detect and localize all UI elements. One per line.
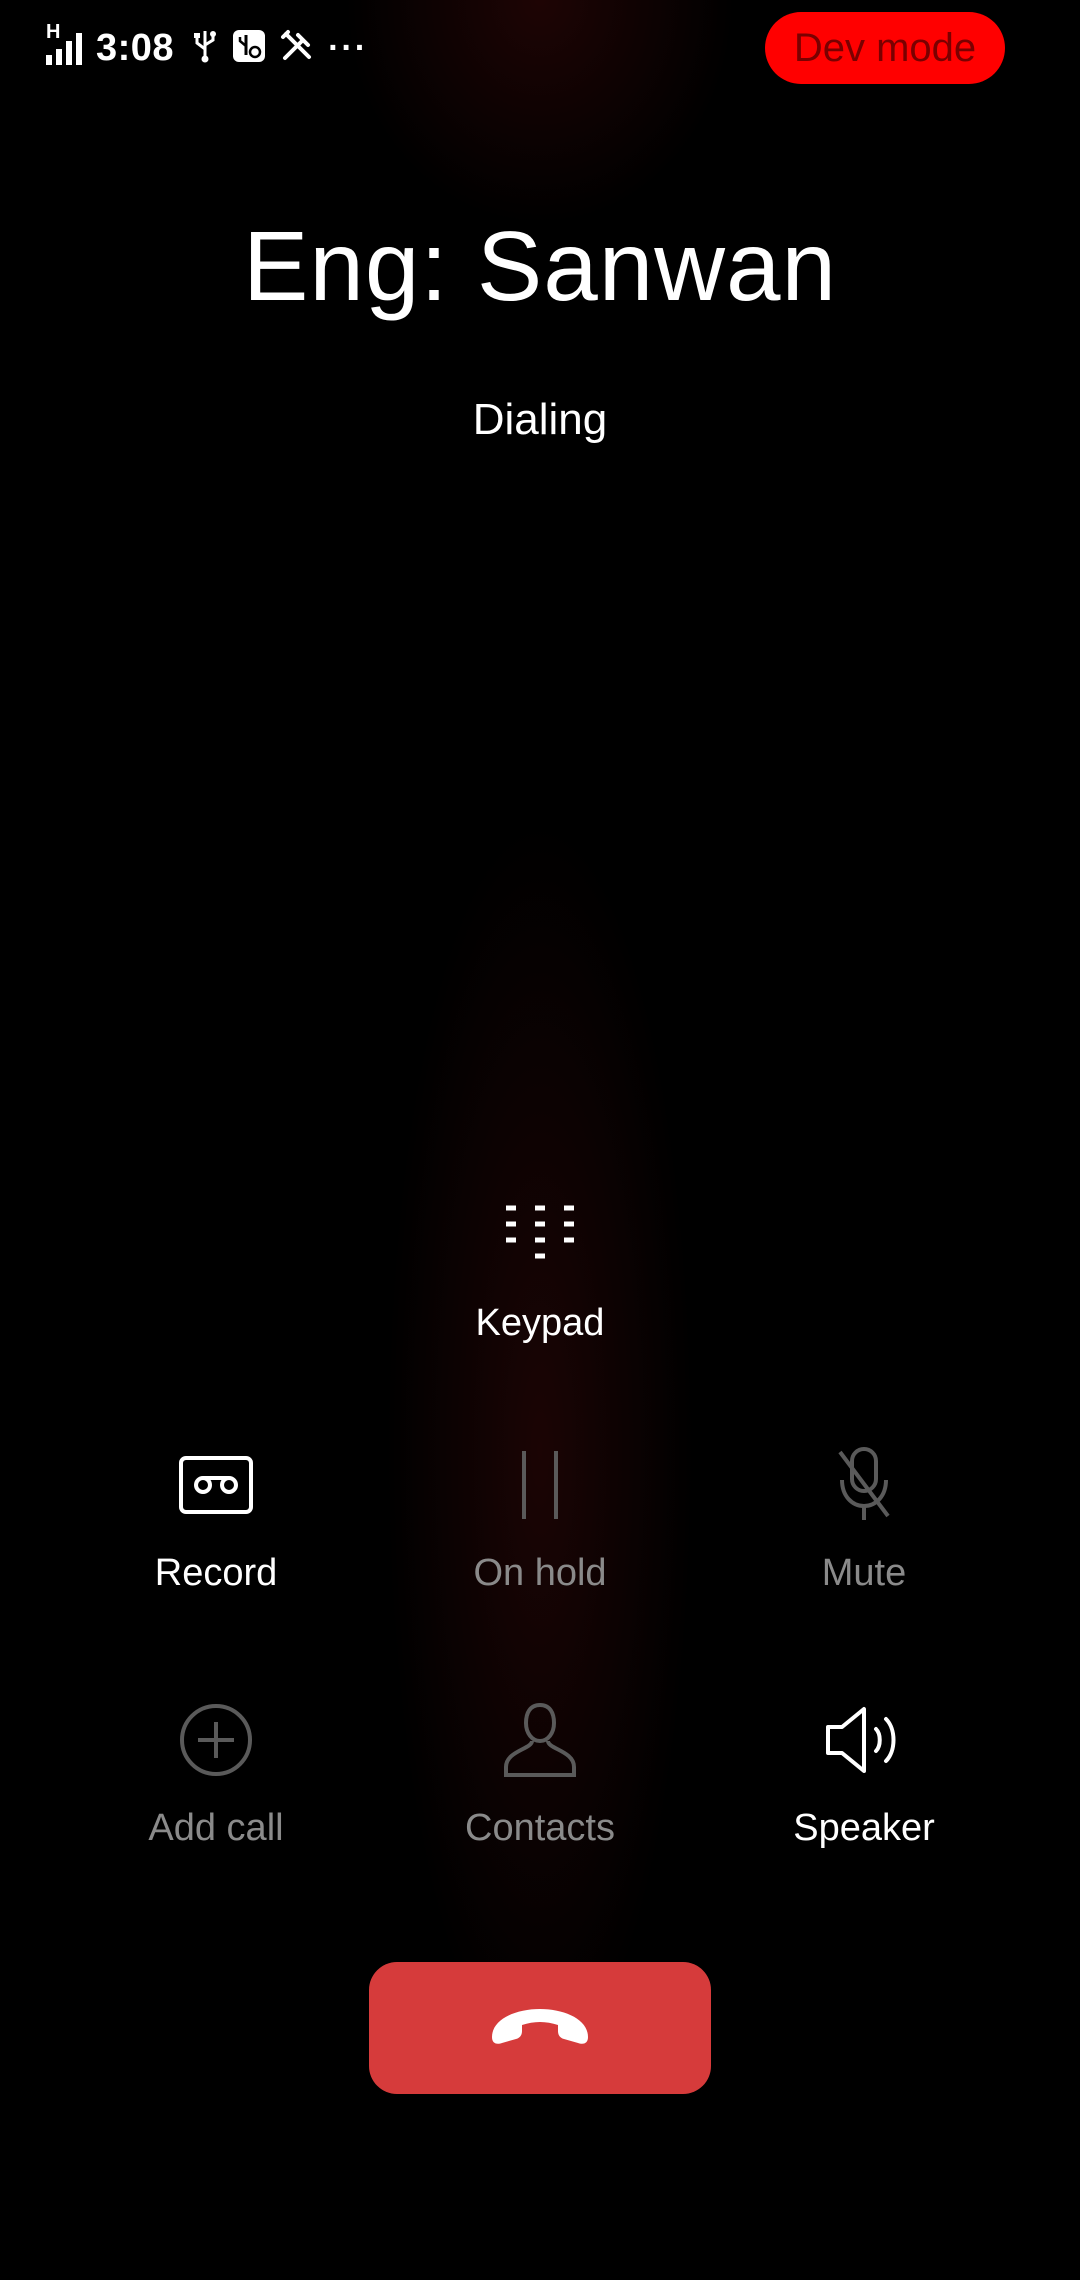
keypad-label: Keypad: [475, 1302, 605, 1344]
dialpad-icon: [500, 1180, 580, 1290]
pause-icon: [515, 1430, 565, 1540]
on-hold-label: On hold: [473, 1552, 607, 1594]
dev-mode-badge[interactable]: Dev mode: [765, 12, 1005, 84]
mute-label: Mute: [821, 1552, 907, 1594]
usb-debug-icon: [232, 29, 266, 68]
in-call-screen: H 3:08 ··· Dev mode Eng: Sanwan Dialing …: [0, 0, 1080, 2280]
call-status: Dialing: [472, 395, 608, 444]
network-type-label: H: [46, 21, 61, 43]
developer-tools-icon: [280, 29, 314, 68]
add-call-label: Add call: [148, 1807, 284, 1849]
speaker-label: Speaker: [793, 1807, 935, 1849]
status-bar: H 3:08 ··· Dev mode: [0, 0, 1080, 96]
caller-name: Eng: Sanwan: [243, 211, 837, 321]
speaker-icon: [824, 1685, 904, 1795]
record-label: Record: [154, 1552, 278, 1594]
mic-off-icon: [834, 1430, 894, 1540]
contacts-button[interactable]: Contacts: [380, 1685, 700, 1885]
dev-mode-label: Dev mode: [793, 25, 977, 70]
signal-icon: H: [46, 21, 86, 65]
usb-icon: [192, 29, 218, 68]
mute-button[interactable]: Mute: [704, 1430, 1024, 1630]
plus-circle-icon: [178, 1685, 254, 1795]
record-button[interactable]: Record: [56, 1430, 376, 1630]
contacts-label: Contacts: [465, 1807, 615, 1849]
cassette-icon: [178, 1430, 254, 1540]
status-bar-left: H 3:08 ···: [46, 21, 382, 74]
end-call-button[interactable]: [369, 1962, 711, 2094]
keypad-button[interactable]: Keypad: [380, 1180, 700, 1380]
on-hold-button[interactable]: On hold: [380, 1430, 700, 1630]
speaker-button[interactable]: Speaker: [704, 1685, 1024, 1885]
person-icon: [502, 1685, 578, 1795]
status-time: 3:08: [96, 26, 175, 69]
hang-up-icon: [486, 2003, 594, 2054]
add-call-button[interactable]: Add call: [56, 1685, 376, 1885]
more-notifications-icon: ···: [328, 28, 369, 67]
